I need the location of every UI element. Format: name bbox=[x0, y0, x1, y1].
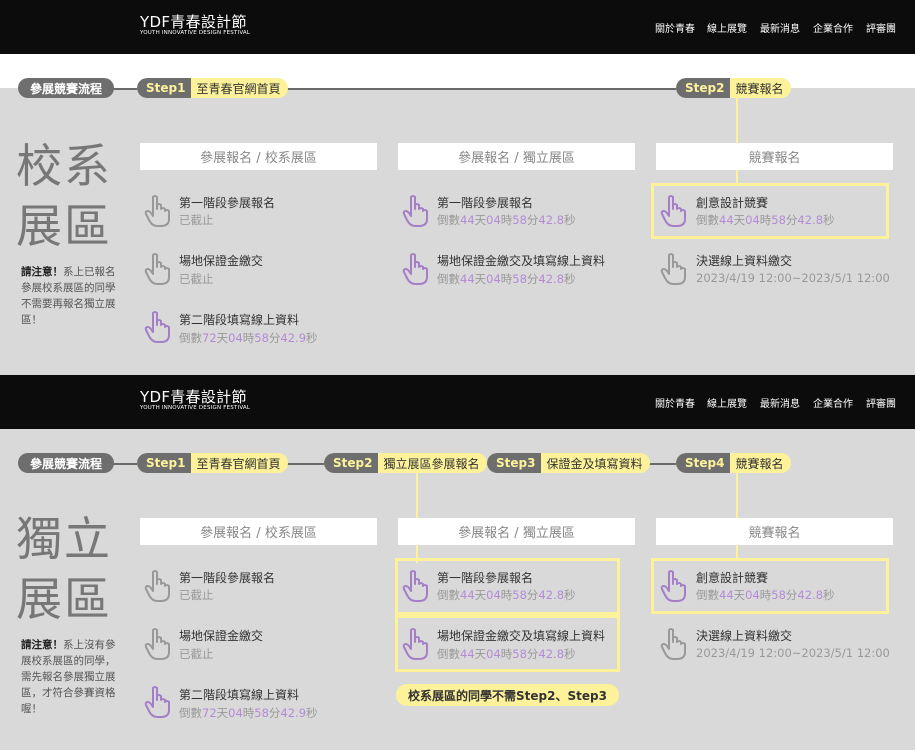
stage2-countdown: 倒數72天04時58分42.9秒 bbox=[179, 706, 318, 720]
step1-pill: Step1 至青春官網首頁 bbox=[137, 453, 289, 473]
top-navbar: YDF青春設計節 YOUTH INNOVATIVE DESIGN FESTIVA… bbox=[0, 375, 915, 429]
step2-number: Step2 bbox=[676, 78, 731, 98]
finalist-dates: 2023/4/19 12:00~2023/5/1 12:00 bbox=[696, 646, 890, 660]
column-independent-registration: 參展報名 / 獨立展區 bbox=[398, 518, 635, 545]
step2-pill: Step2 獨立展區參展報名 bbox=[324, 453, 488, 473]
creative-title[interactable]: 創意設計競賽 bbox=[696, 194, 768, 211]
finalist-title[interactable]: 決選線上資料繳交 bbox=[696, 627, 792, 644]
column-school-registration: 參展報名 / 校系展區 bbox=[140, 518, 377, 545]
column-competition: 競賽報名 bbox=[656, 143, 893, 170]
step2-label: 獨立展區參展報名 bbox=[383, 456, 480, 471]
indep-deposit-title[interactable]: 場地保證金繳交及填寫線上資料 bbox=[437, 252, 605, 269]
hand-pointer-icon bbox=[144, 628, 170, 660]
column-school-registration: 參展報名 / 校系展區 bbox=[140, 143, 377, 170]
nav-corporate[interactable]: 企業合作 bbox=[813, 20, 853, 35]
hand-pointer-icon bbox=[144, 195, 170, 227]
nav-online-exhibition[interactable]: 線上展覽 bbox=[707, 20, 747, 35]
indep-stage1-title[interactable]: 第一階段參展報名 bbox=[437, 194, 533, 211]
hand-pointer-icon bbox=[660, 253, 686, 285]
stage1-title[interactable]: 第一階段參展報名 bbox=[179, 194, 275, 211]
hand-pointer-icon bbox=[144, 311, 170, 343]
indep-stage1-title[interactable]: 第一階段參展報名 bbox=[437, 569, 533, 586]
hand-pointer-icon bbox=[402, 253, 428, 285]
notice-text: 請注意！系上沒有參展校系展區的同學，需先報名參展獨立展區，才符合參賽資格喔！ bbox=[21, 637, 121, 717]
section-title-line2: 展區 bbox=[16, 572, 112, 626]
nav-corporate[interactable]: 企業合作 bbox=[813, 395, 853, 410]
logo-title[interactable]: YDF青春設計節 bbox=[140, 386, 247, 407]
deposit-title[interactable]: 場地保證金繳交 bbox=[179, 252, 263, 269]
nav-news[interactable]: 最新消息 bbox=[760, 20, 800, 35]
step-connector bbox=[736, 96, 738, 184]
hand-pointer-icon bbox=[660, 628, 686, 660]
step2-label: 競賽報名 bbox=[735, 81, 784, 96]
indep-stage1-countdown: 倒數44天04時58分42.8秒 bbox=[437, 213, 576, 227]
indep-deposit-countdown: 倒數44天04時58分42.8秒 bbox=[437, 272, 576, 286]
flow-label: 參展競賽流程 bbox=[18, 78, 115, 98]
step3-number: Step3 bbox=[487, 453, 542, 473]
stage2-title[interactable]: 第二階段填寫線上資料 bbox=[179, 686, 299, 703]
step3-label: 保證金及填寫資料 bbox=[546, 456, 643, 471]
column-independent-registration: 參展報名 / 獨立展區 bbox=[398, 143, 635, 170]
notice-text: 請注意！系上已報名參展校系展區的同學不需要再報名獨立展區！ bbox=[21, 264, 121, 328]
stage1-status: 已截止 bbox=[179, 588, 214, 602]
nav-jury[interactable]: 評審團 bbox=[866, 20, 896, 35]
step2-number: Step2 bbox=[324, 453, 379, 473]
flow-label: 參展競賽流程 bbox=[18, 453, 115, 473]
deposit-status: 已截止 bbox=[179, 272, 214, 286]
step4-pill: Step4 競賽報名 bbox=[676, 453, 792, 473]
section-title-line1: 獨立 bbox=[16, 512, 112, 566]
step4-label: 競賽報名 bbox=[735, 456, 784, 471]
nav-jury[interactable]: 評審團 bbox=[866, 395, 896, 410]
school-panel: YDF青春設計節 YOUTH INNOVATIVE DESIGN FESTIVA… bbox=[0, 0, 915, 375]
finalist-title[interactable]: 決選線上資料繳交 bbox=[696, 252, 792, 269]
step1-pill: Step1 至青春官網首頁 bbox=[137, 78, 289, 98]
step1-label: 至青春官網首頁 bbox=[196, 456, 281, 471]
stage1-status: 已截止 bbox=[179, 213, 214, 227]
deposit-status: 已截止 bbox=[179, 647, 214, 661]
step1-number: Step1 bbox=[137, 453, 192, 473]
notice-strong: 請注意！ bbox=[21, 639, 63, 651]
step4-connector bbox=[736, 471, 738, 559]
creative-countdown: 倒數44天04時58分42.8秒 bbox=[696, 213, 835, 227]
step2-pill: Step2 競賽報名 bbox=[676, 78, 792, 98]
hand-pointer-icon bbox=[660, 570, 686, 602]
creative-countdown: 倒數44天04時58分42.8秒 bbox=[696, 588, 835, 602]
nav-news[interactable]: 最新消息 bbox=[760, 395, 800, 410]
indep-deposit-title[interactable]: 場地保證金繳交及填寫線上資料 bbox=[437, 627, 605, 644]
hand-pointer-icon bbox=[144, 686, 170, 718]
hand-pointer-icon bbox=[660, 195, 686, 227]
stage2-countdown: 倒數72天04時58分42.9秒 bbox=[179, 331, 318, 345]
stage1-title[interactable]: 第一階段參展報名 bbox=[179, 569, 275, 586]
nav-online-exhibition[interactable]: 線上展覽 bbox=[707, 395, 747, 410]
logo-title[interactable]: YDF青春設計節 bbox=[140, 11, 247, 32]
column-competition: 競賽報名 bbox=[656, 518, 893, 545]
hand-pointer-icon bbox=[144, 253, 170, 285]
step-line bbox=[20, 88, 780, 90]
finalist-dates: 2023/4/19 12:00~2023/5/1 12:00 bbox=[696, 271, 890, 285]
hand-pointer-icon bbox=[144, 570, 170, 602]
indep-deposit-countdown: 倒數44天04時58分42.8秒 bbox=[437, 647, 576, 661]
hand-pointer-icon bbox=[402, 195, 428, 227]
step3-pill: Step3 保證金及填寫資料 bbox=[487, 453, 651, 473]
section-title-line2: 展區 bbox=[16, 199, 112, 253]
step2-connector bbox=[416, 471, 418, 563]
nav-about[interactable]: 關於青春 bbox=[655, 20, 695, 35]
logo-subtitle: YOUTH INNOVATIVE DESIGN FESTIVAL bbox=[140, 405, 251, 411]
independent-panel: YDF青春設計節 YOUTH INNOVATIVE DESIGN FESTIVA… bbox=[0, 375, 915, 750]
top-navbar: YDF青春設計節 YOUTH INNOVATIVE DESIGN FESTIVA… bbox=[0, 0, 915, 54]
step1-number: Step1 bbox=[137, 78, 192, 98]
section-title-line1: 校系 bbox=[16, 139, 112, 193]
remark-badge: 校系展區的同學不需Step2、Step3 bbox=[396, 684, 619, 706]
step1-label: 至青春官網首頁 bbox=[196, 81, 281, 96]
notice-strong: 請注意！ bbox=[21, 266, 63, 278]
nav-about[interactable]: 關於青春 bbox=[655, 395, 695, 410]
deposit-title[interactable]: 場地保證金繳交 bbox=[179, 627, 263, 644]
hand-pointer-icon bbox=[402, 628, 428, 660]
step4-number: Step4 bbox=[676, 453, 731, 473]
indep-stage1-countdown: 倒數44天04時58分42.8秒 bbox=[437, 588, 576, 602]
stage2-title[interactable]: 第二階段填寫線上資料 bbox=[179, 311, 299, 328]
creative-title[interactable]: 創意設計競賽 bbox=[696, 569, 768, 586]
logo-subtitle: YOUTH INNOVATIVE DESIGN FESTIVAL bbox=[140, 30, 251, 36]
hand-pointer-icon bbox=[402, 570, 428, 602]
